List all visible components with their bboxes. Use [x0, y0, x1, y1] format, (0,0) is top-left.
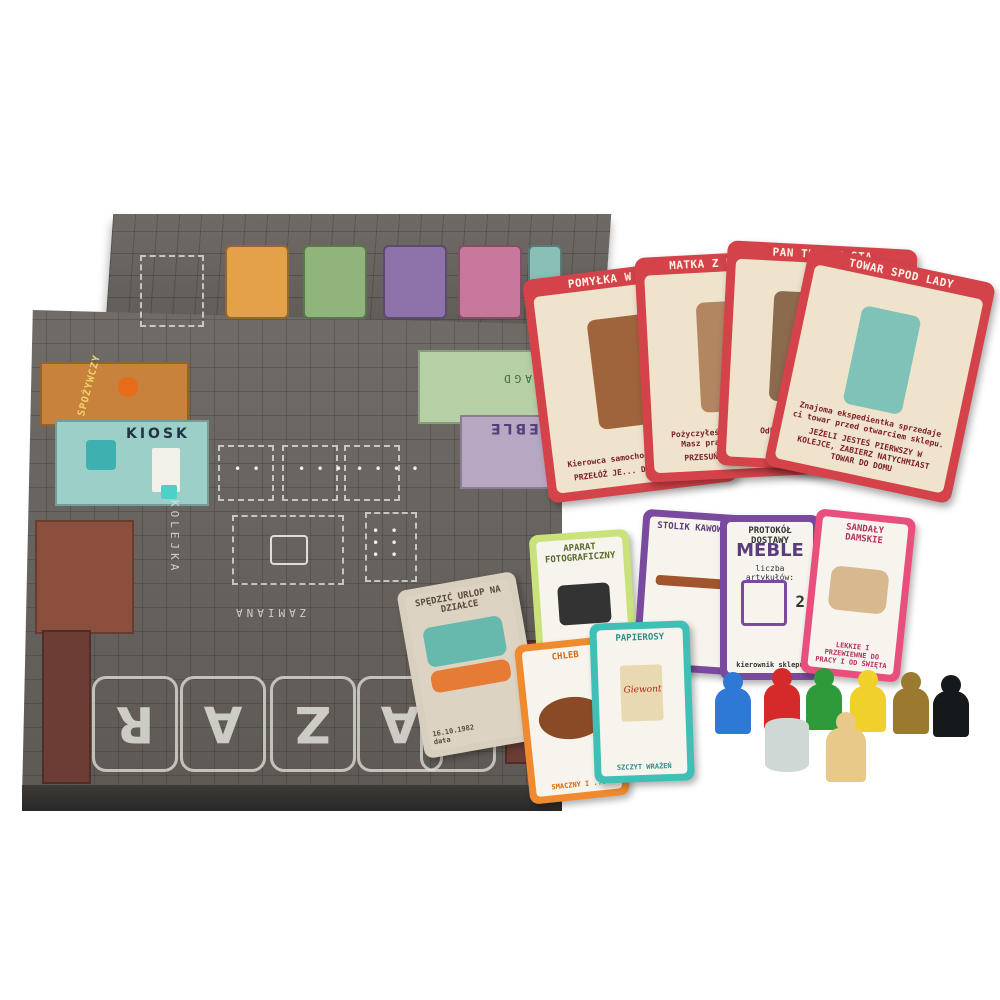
shop-spozywczy [40, 362, 189, 426]
house-bottom-left [42, 630, 91, 784]
shopping-list-title: SPĘDZIĆ URLOP NA DZIAŁCE [414, 584, 502, 616]
path-kolejka: KOLEJKA [168, 500, 181, 575]
product-footer: SZCZYT WRAŻEŃ [616, 762, 672, 772]
event-text: Znajoma ekspedientka sprzedaje ci towar … [792, 400, 945, 474]
product-footer: LEKKIE I PRZEWIEWNE DO PRACY I OD ŚWIĘTA [814, 640, 887, 671]
game-photo: SPOŻYWCZY KIOSK RTV-AGD MEBLE KOLEJKA ZA… [0, 0, 1000, 1000]
sandals-icon [827, 565, 890, 615]
path-zamiana: ZAMIANA [232, 606, 307, 619]
pawn-natural-wood[interactable] [826, 712, 866, 782]
house-left [35, 520, 134, 634]
delivery-slot-agd [303, 245, 367, 319]
bazar-letter: Z [270, 676, 356, 772]
camera-icon [557, 582, 612, 626]
pawn-blue[interactable] [715, 672, 751, 734]
dice-table [140, 255, 204, 327]
product-title: SANDAŁY DAMSKIE [844, 522, 885, 547]
bazar-letter: R [92, 676, 178, 772]
delivery-slot-spozywczy [225, 245, 289, 319]
product-title: PAPIEROSY [615, 632, 665, 644]
board-edge [22, 785, 562, 811]
orange-icon [118, 377, 138, 397]
arrow-up-icon [161, 485, 177, 499]
dots-2: • • • [298, 462, 345, 476]
pawn-black[interactable] [933, 675, 969, 737]
shopping-list-date: 16.10.1982 data [431, 723, 475, 747]
product-card-sandaly: SANDAŁY DAMSKIE LEKKIE I PRZEWIEWNE DO P… [799, 508, 917, 683]
person-figure [842, 304, 922, 416]
delivery-slot-meble [383, 245, 447, 319]
dots-3: • • • • [356, 462, 421, 476]
dots-1: • • [234, 462, 262, 476]
shop-kiosk-label: KIOSK [126, 426, 190, 442]
product-title: APARAT FOTOGRAFICZNY [544, 542, 616, 566]
exchange-arrows-icon [270, 535, 308, 565]
bazar-letter: A [180, 676, 266, 772]
table-icon [655, 574, 724, 590]
kiosk-goods-icon [86, 440, 116, 470]
speculator-pawn-cylinder[interactable] [765, 718, 809, 772]
pawn-brown[interactable] [893, 672, 929, 734]
product-card-papierosy: PAPIEROSY Giewont SZCZYT WRAŻEŃ [589, 620, 695, 784]
dots-6: • • • • • • [372, 524, 400, 562]
cigarette-brand: Giewont [623, 684, 662, 696]
delivery-slot-odziez [458, 245, 522, 319]
armchair-icon [741, 580, 787, 626]
delivery-card-heading: MEBLE [736, 540, 804, 561]
delivery-count: 2 [795, 592, 805, 611]
